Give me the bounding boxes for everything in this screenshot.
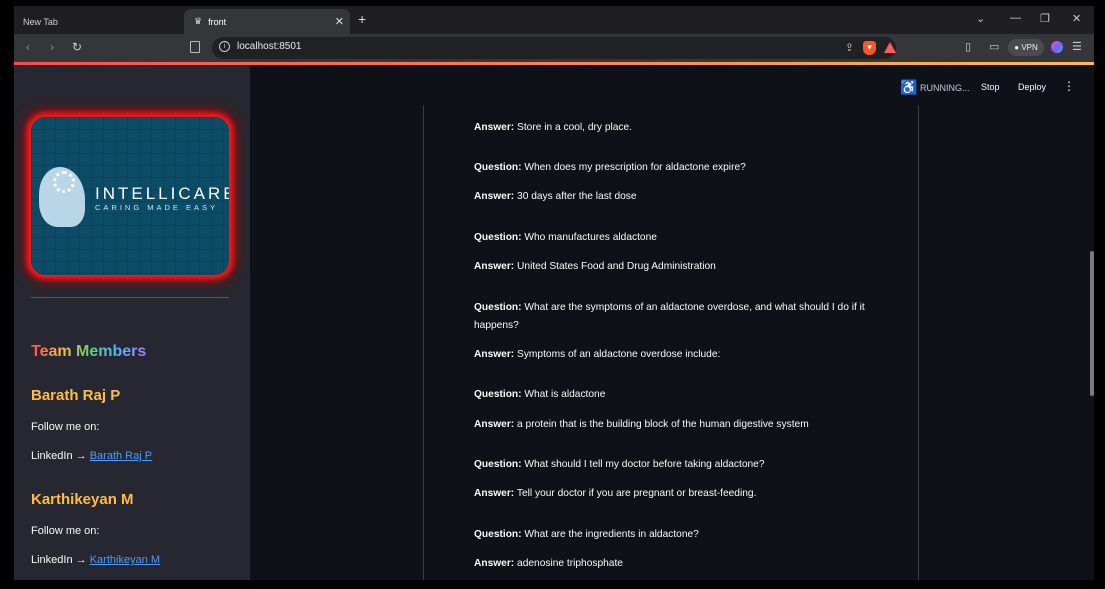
question-line: Question: What is aldactone bbox=[474, 389, 606, 400]
back-icon[interactable]: ‹ bbox=[26, 40, 30, 54]
leo-ai-icon[interactable] bbox=[1051, 41, 1063, 53]
answer-line: Answer: Store in a cool, dry place. bbox=[474, 122, 632, 133]
intellicare-logo: INTELLICARE CARING MADE EASY bbox=[31, 117, 229, 275]
answer-line: Answer: 30 days after the last dose bbox=[474, 191, 637, 202]
tab-title: New Tab bbox=[23, 16, 58, 27]
more-options-icon[interactable]: ⋮ bbox=[1063, 79, 1075, 93]
sidebar: INTELLICARE CARING MADE EASY Team Member… bbox=[14, 65, 250, 580]
share-icon[interactable]: ⇪ bbox=[845, 41, 854, 54]
answer-line: Answer: United States Food and Drug Admi… bbox=[474, 261, 716, 272]
linkedin-link[interactable]: Barath Raj P bbox=[90, 450, 152, 462]
question-line: Question: What are the ingredients in al… bbox=[474, 529, 699, 540]
main-content: ♿ RUNNING... Stop Deploy ⋮ Answer: Store… bbox=[250, 65, 1094, 580]
question-line: Question: Who manufactures aldactone bbox=[474, 232, 657, 243]
running-status: RUNNING... bbox=[920, 83, 970, 93]
question-line: Question: What are the symptoms of an al… bbox=[474, 302, 865, 331]
sidebar-toggle-icon[interactable]: ▯ bbox=[965, 40, 971, 53]
linkedin-prefix: LinkedIn → bbox=[31, 450, 87, 462]
sidebar-divider bbox=[31, 297, 229, 298]
vpn-label: VPN bbox=[1021, 43, 1038, 52]
close-window-icon[interactable]: ✕ bbox=[1072, 12, 1081, 25]
tab-title: front bbox=[208, 16, 227, 27]
logo-tagline: CARING MADE EASY bbox=[95, 203, 219, 212]
restore-icon[interactable]: ❐ bbox=[1040, 12, 1050, 25]
answer-line: Answer: Tell your doctor if you are preg… bbox=[474, 488, 757, 499]
brave-rewards-icon[interactable] bbox=[884, 42, 896, 53]
running-man-icon: ♿ bbox=[900, 79, 918, 95]
streamlit-icon: ♛ bbox=[194, 16, 203, 26]
follow-text: Follow me on: bbox=[31, 525, 100, 537]
tab-new-tab[interactable]: New Tab bbox=[14, 9, 182, 34]
qa-list: Answer: Store in a cool, dry place. Ques… bbox=[423, 105, 919, 580]
address-bar[interactable]: i localhost:8501 ⇪ ▼ bbox=[212, 37, 896, 59]
linkedin-line: LinkedIn → Barath Raj P bbox=[31, 450, 152, 462]
follow-text: Follow me on: bbox=[31, 421, 100, 433]
member-name: Karthikeyan M bbox=[31, 491, 134, 508]
reload-icon[interactable]: ↻ bbox=[72, 40, 82, 54]
minimize-icon[interactable]: — bbox=[1010, 12, 1021, 24]
team-members-heading: Team Members bbox=[31, 343, 147, 360]
browser-window: New Tab ♛ front ✕ + ⌄ — ❐ ✕ ‹ › ↻ i loca… bbox=[14, 6, 1094, 580]
tab-front[interactable]: ♛ front ✕ bbox=[184, 9, 350, 34]
deploy-button[interactable]: Deploy bbox=[1018, 82, 1046, 92]
question-line: Question: When does my prescription for … bbox=[474, 162, 746, 173]
tab-strip: New Tab ♛ front ✕ + ⌄ — ❐ ✕ bbox=[14, 6, 1094, 34]
url-text: localhost:8501 bbox=[237, 41, 302, 52]
linkedin-line: LinkedIn → Karthikeyan M bbox=[31, 554, 160, 566]
question-line: Question: What should I tell my doctor b… bbox=[474, 459, 765, 470]
vpn-dot-icon: ● bbox=[1014, 43, 1020, 52]
vpn-button[interactable]: ● VPN bbox=[1008, 39, 1044, 56]
new-tab-icon[interactable]: + bbox=[358, 11, 366, 27]
linkedin-prefix: LinkedIn → bbox=[31, 554, 87, 566]
linkedin-link[interactable]: Karthikeyan M bbox=[90, 554, 160, 566]
browser-toolbar: ‹ › ↻ i localhost:8501 ⇪ ▼ ▯ ▭ ● VPN ☰ bbox=[14, 34, 1094, 62]
gear-icon bbox=[53, 171, 75, 193]
answer-line: Answer: a protein that is the building b… bbox=[474, 419, 809, 430]
brave-shields-icon[interactable]: ▼ bbox=[863, 41, 876, 55]
tab-search-chevron-icon[interactable]: ⌄ bbox=[976, 12, 985, 25]
logo-name: INTELLICARE bbox=[95, 184, 229, 203]
close-tab-icon[interactable]: ✕ bbox=[335, 15, 344, 28]
wallet-icon[interactable]: ▭ bbox=[989, 40, 999, 53]
answer-line: Answer: Symptoms of an aldactone overdos… bbox=[474, 349, 721, 360]
bookmark-icon[interactable] bbox=[190, 41, 200, 53]
forward-icon[interactable]: › bbox=[50, 40, 54, 54]
stop-button[interactable]: Stop bbox=[981, 82, 1000, 92]
site-info-icon[interactable]: i bbox=[219, 41, 230, 52]
answer-line: Answer: adenosine triphosphate bbox=[474, 558, 623, 569]
scrollbar-thumb[interactable] bbox=[1090, 251, 1094, 396]
member-name: Barath Raj P bbox=[31, 387, 121, 404]
menu-icon[interactable]: ☰ bbox=[1072, 40, 1082, 53]
